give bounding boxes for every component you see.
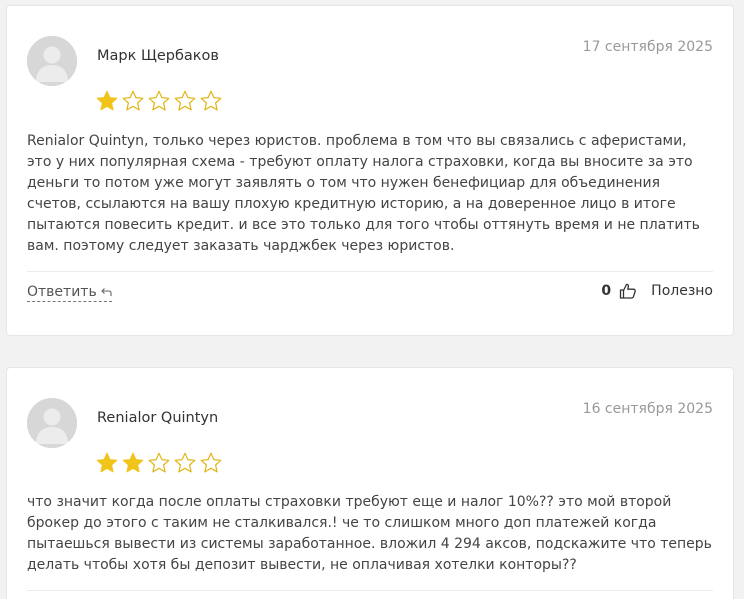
review-text: что значит когда после оплаты страховки … [27, 494, 712, 573]
thumbs-up-icon[interactable] [619, 282, 637, 300]
reviews-page: Марк Щербаков 17 сентября 2025 Renialor … [0, 0, 744, 599]
review-divider [27, 590, 713, 591]
star-empty-icon [200, 90, 222, 111]
like-count: 0 [601, 283, 612, 299]
review-card: Марк Щербаков 17 сентября 2025 Renialor … [6, 5, 734, 336]
review-date: 17 сентября 2025 [582, 39, 713, 55]
star-filled-icon [96, 452, 118, 473]
user-avatar-icon [27, 398, 77, 448]
reply-label: Ответить [27, 284, 97, 300]
rating-stars [95, 451, 223, 477]
star-empty-icon [174, 90, 196, 111]
review-author: Марк Щербаков [97, 48, 219, 64]
star-empty-icon [148, 452, 170, 473]
helpful-label: Полезно [651, 283, 713, 299]
star-filled-icon [96, 90, 118, 111]
star-empty-icon [148, 90, 170, 111]
reply-button[interactable]: Ответить [27, 284, 112, 302]
star-empty-icon [122, 90, 144, 111]
star-filled-icon [122, 452, 144, 473]
reply-arrow-icon [100, 288, 112, 296]
review-date: 16 сентября 2025 [582, 401, 713, 417]
helpful-section: 0 Полезно [601, 282, 713, 300]
review-divider [27, 271, 713, 272]
rating-stars [95, 89, 223, 115]
review-card: Renialor Quintyn 16 сентября 2025 что зн… [6, 367, 734, 599]
star-empty-icon [200, 452, 222, 473]
user-avatar-icon [27, 36, 77, 86]
review-author: Renialor Quintyn [97, 410, 219, 426]
star-empty-icon [174, 452, 196, 473]
review-text: Renialor Quintyn, только через юристов. … [27, 133, 700, 254]
